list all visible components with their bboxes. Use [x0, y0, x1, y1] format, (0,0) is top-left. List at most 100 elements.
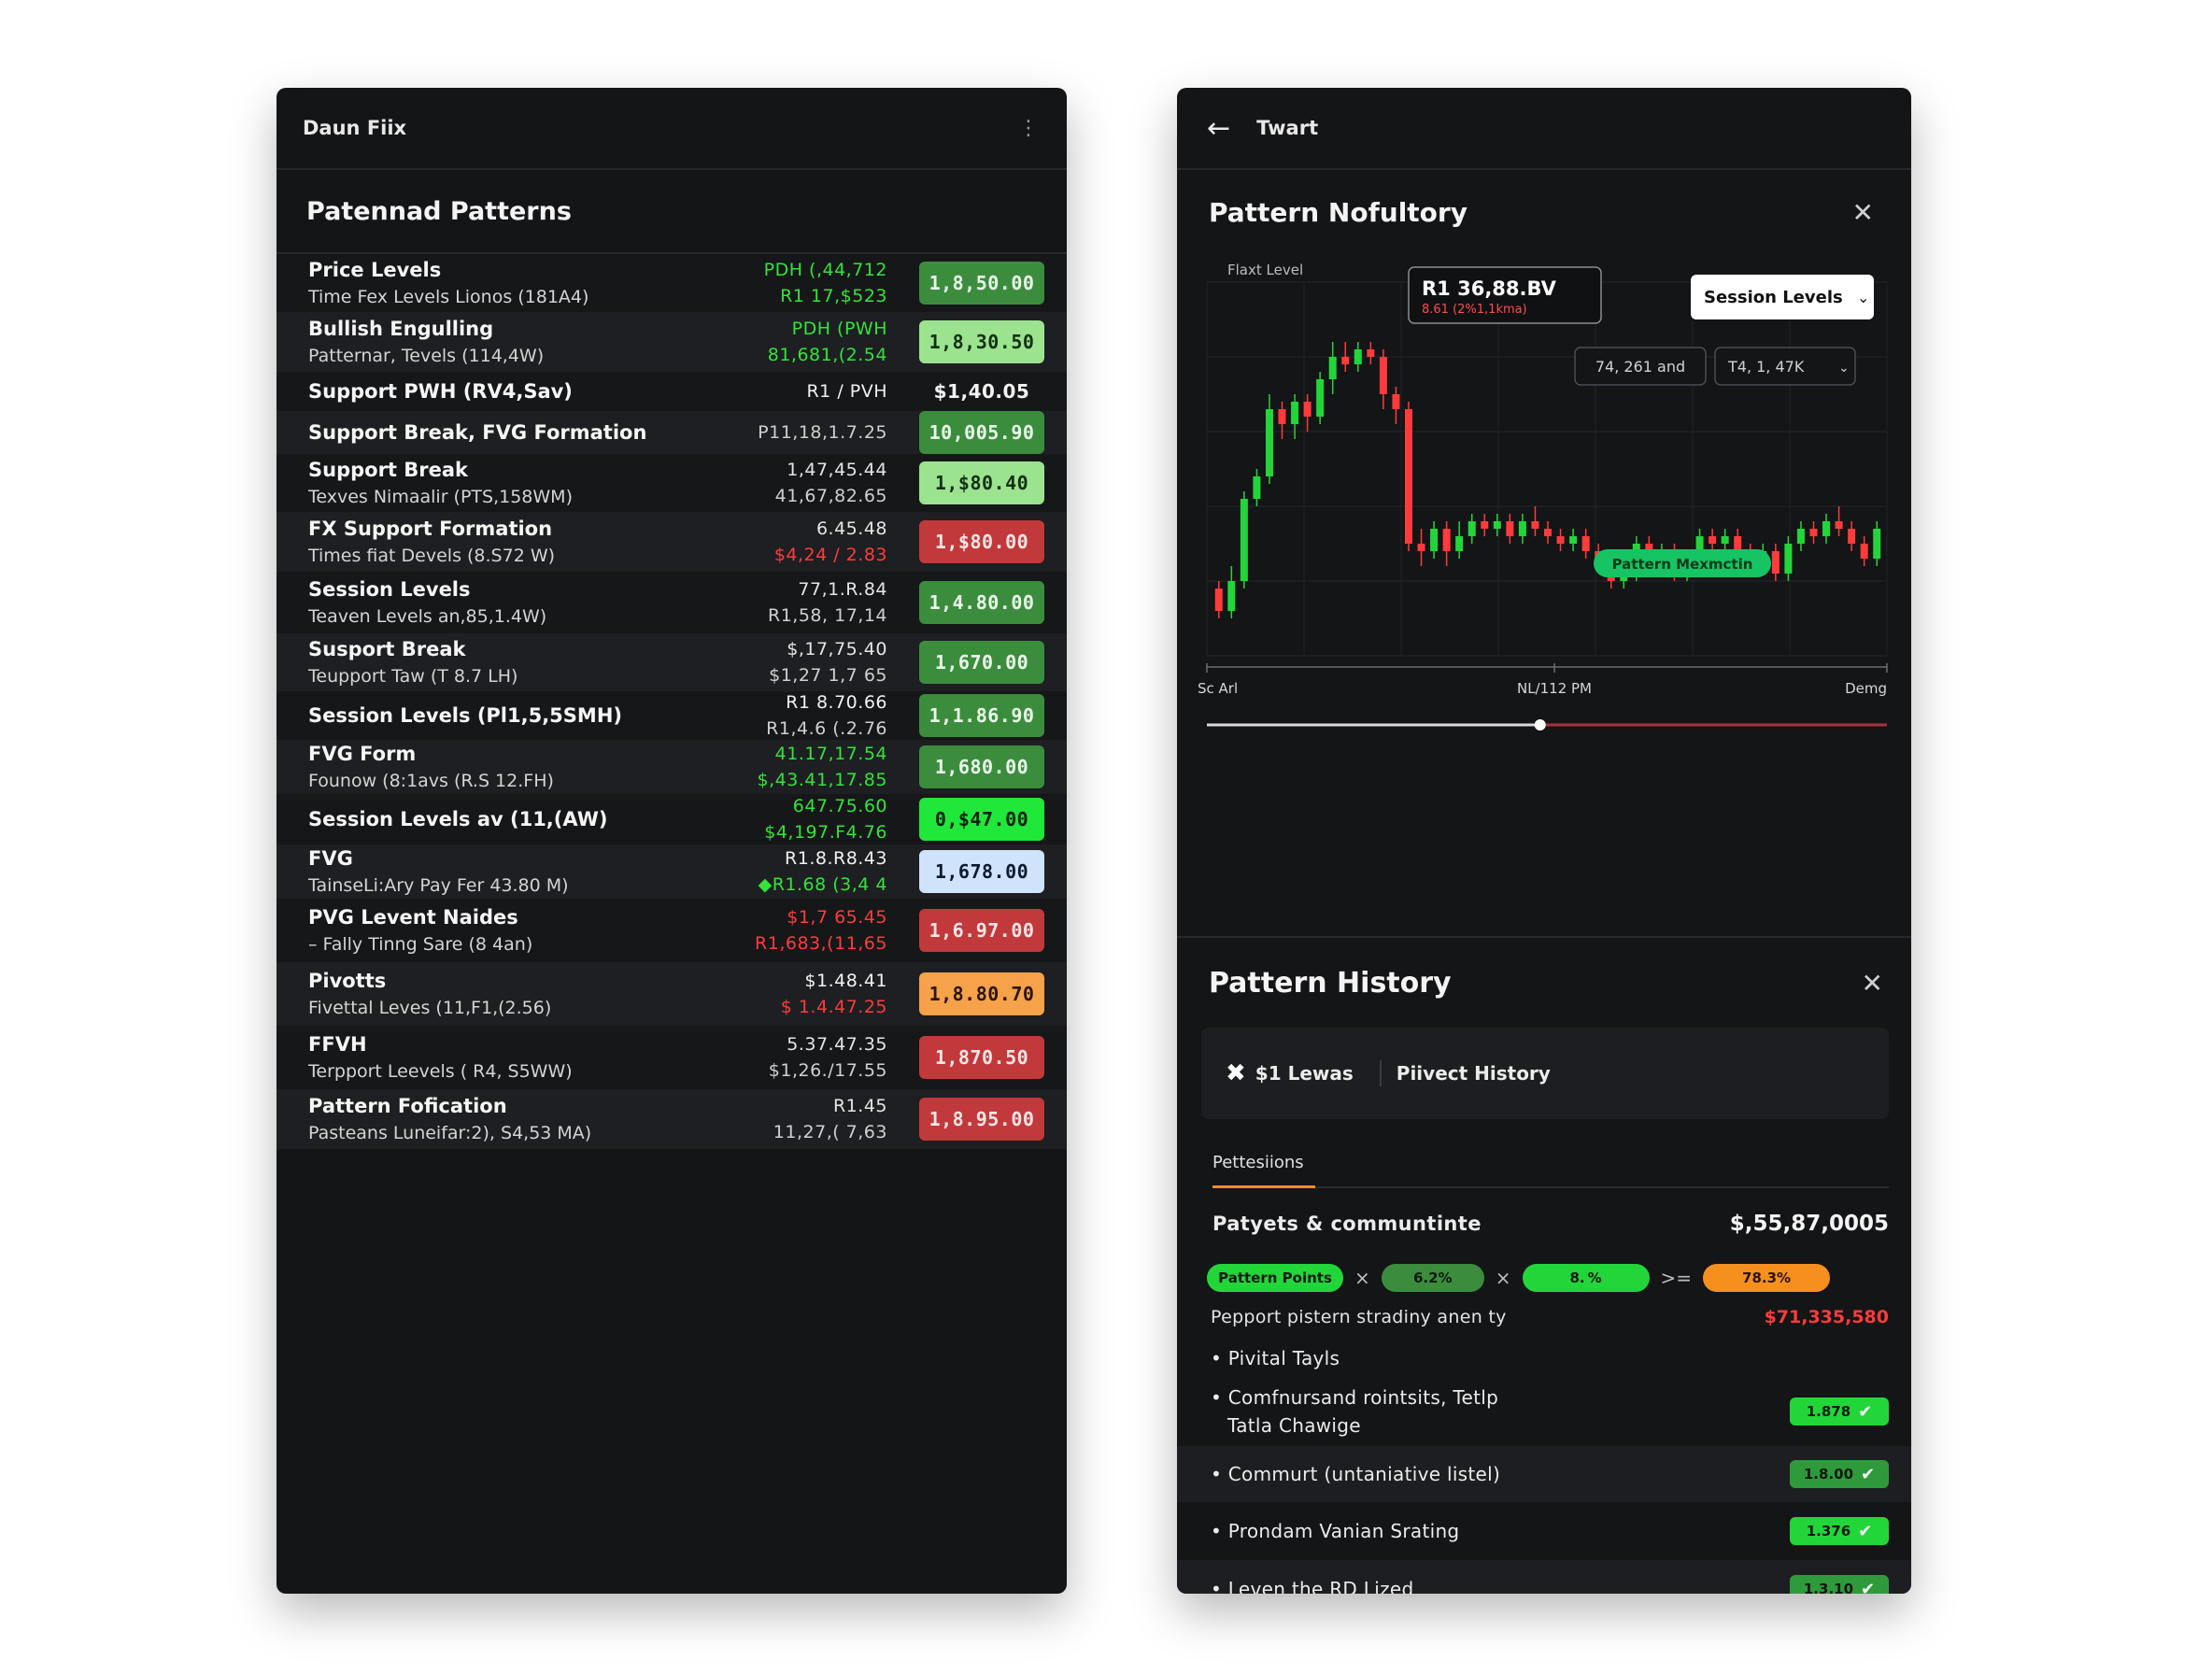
price-badge[interactable]: 1,$80.00	[919, 520, 1044, 563]
candle-body[interactable]	[1227, 581, 1236, 611]
pattern-row[interactable]: Support Break, FVG Formation P11,18,1.7.2…	[276, 411, 1067, 454]
candle-body[interactable]	[1404, 409, 1412, 544]
pattern-row[interactable]: FX Support Formation Times fiat Devels (8…	[276, 512, 1067, 572]
candle-body[interactable]	[1835, 521, 1843, 529]
price-badge[interactable]: 1,$80.40	[919, 461, 1044, 504]
x-mark-icon[interactable]: ✖	[1226, 1059, 1246, 1087]
candle-body[interactable]	[1328, 357, 1337, 379]
history-item[interactable]: • Leven the RD Lized 1.3.10 ✔	[1177, 1560, 1911, 1594]
candle-body[interactable]	[1531, 521, 1539, 529]
pattern-row[interactable]: Session Levels av (11,(AW) 647.75.60 $4,19…	[276, 794, 1067, 844]
operator-symbol: >=	[1660, 1267, 1693, 1289]
metric-chip[interactable]: 78.3%	[1703, 1264, 1831, 1292]
candle-body[interactable]	[1367, 349, 1375, 357]
candle-body[interactable]	[1796, 529, 1805, 544]
candle-body[interactable]	[1860, 544, 1868, 559]
metric-chip[interactable]: 6.2%	[1381, 1264, 1484, 1292]
history-item-label: Leven the RD Lized	[1227, 1578, 1414, 1594]
pattern-values: PDH (PWH 81,681,(2.54	[663, 319, 919, 365]
pattern-row[interactable]: Support PWH (RV4,Sav) R1 / PVH $1,40.05	[276, 372, 1067, 411]
pattern-row[interactable]: Session Levels (Pl1,5,5SMH) R1 8.70.66 R1,…	[276, 691, 1067, 740]
candle-body[interactable]	[1278, 409, 1286, 424]
pattern-row[interactable]: Price Levels Time Fex Levels Lionos (181A…	[276, 254, 1067, 312]
price-badge[interactable]: 1,680.00	[919, 745, 1044, 788]
candle-body[interactable]	[1822, 521, 1831, 536]
pattern-subtitle: Founow (8:1avs (R.S 12.FH)	[308, 771, 554, 791]
candle-body[interactable]	[1240, 499, 1248, 581]
close-icon[interactable]: ✕	[1862, 968, 1883, 999]
pattern-row[interactable]: Session Levels Teaven Levels an,85,1.4W) 7…	[276, 572, 1067, 633]
pattern-row[interactable]: FVG TainseLi:Ary Pay Fer 43.80 M) R1.8.R8.…	[276, 844, 1067, 899]
candle-body[interactable]	[1709, 536, 1717, 544]
pattern-row[interactable]: Bullish Engulling Patternar, Tevels (114,…	[276, 312, 1067, 372]
candle-body[interactable]	[1784, 544, 1793, 574]
candle-body[interactable]	[1430, 529, 1439, 551]
candle-body[interactable]	[1544, 529, 1552, 536]
filter-chip-1[interactable]: $1 Lewas	[1255, 1062, 1354, 1085]
price-badge[interactable]: 1,8.95.00	[919, 1098, 1044, 1141]
candle-body[interactable]	[1873, 529, 1881, 559]
metric-chip[interactable]: 8. %	[1522, 1264, 1650, 1292]
history-item[interactable]: • Pivital Tayls	[1177, 1340, 1911, 1377]
candle-body[interactable]	[1417, 544, 1425, 551]
candle-body[interactable]	[1506, 521, 1514, 536]
pattern-row[interactable]: PVG Levent Naides – Fally Tinng Sare (8 4…	[276, 899, 1067, 962]
candle-body[interactable]	[1455, 536, 1464, 551]
candle-body[interactable]	[1569, 536, 1578, 544]
pattern-name-group: Session Levels (Pl1,5,5SMH)	[308, 704, 663, 727]
candle-body[interactable]	[1214, 589, 1223, 611]
candle-body[interactable]	[1493, 521, 1501, 529]
candle-body[interactable]	[1721, 536, 1729, 544]
candle-body[interactable]	[1442, 529, 1451, 551]
candle-body[interactable]	[1556, 536, 1565, 544]
price-badge[interactable]: 1,8,50.00	[919, 262, 1044, 305]
arrow-left-icon[interactable]: ←	[1207, 112, 1230, 145]
close-icon[interactable]: ✕	[1852, 197, 1874, 228]
price-badge[interactable]: 1,670.00	[919, 641, 1044, 684]
price-badge[interactable]: 1,4.80.00	[919, 581, 1044, 624]
candle-body[interactable]	[1734, 536, 1742, 551]
pattern-row[interactable]: Susport Break Teupport Taw (T 8.7 LH) $,17…	[276, 633, 1067, 691]
candlestick-chart[interactable]: Flaxt Level Sc Arl NL/112 PM Demg Pattern Me…	[1177, 254, 1911, 936]
kebab-icon[interactable]: ⋮	[1018, 117, 1039, 140]
tab-pettesiions[interactable]: Pettesiions	[1212, 1153, 1304, 1172]
price-badge[interactable]: 1,1.86.90	[919, 694, 1044, 737]
price-badge[interactable]: 1,678.00	[919, 850, 1044, 893]
filter-chip-2[interactable]: Piivect History	[1397, 1062, 1551, 1085]
price-badge[interactable]: 1,8,30.50	[919, 320, 1044, 363]
price-badge[interactable]: 0,$47.00	[919, 798, 1044, 841]
candle-body[interactable]	[1253, 476, 1261, 499]
candle-body[interactable]	[1809, 529, 1818, 536]
candle-body[interactable]	[1481, 521, 1489, 529]
pattern-value-secondary: R1,58, 17,14	[768, 605, 887, 626]
metric-chip[interactable]: Pattern Points	[1207, 1264, 1343, 1292]
candle-body[interactable]	[1518, 521, 1526, 536]
pattern-row[interactable]: Pivotts Fivettal Leves (11,F1,(2.56) $1.48…	[276, 962, 1067, 1026]
history-item[interactable]: • Comfnursand rointsits, Tetlp Tatla Chaw…	[1177, 1377, 1911, 1446]
candle-body[interactable]	[1354, 349, 1362, 364]
candle-body[interactable]	[1468, 521, 1476, 536]
pattern-row[interactable]: Pattern Fofication Pasteans Luneifar:2), …	[276, 1089, 1067, 1149]
pattern-row[interactable]: FFVH Terpport Leevels ( R4, S5WW) 5.37.47.…	[276, 1026, 1067, 1089]
pattern-row[interactable]: FVG Form Founow (8:1avs (R.S 12.FH) 41.17,…	[276, 740, 1067, 794]
candle-body[interactable]	[1316, 379, 1325, 417]
candle-body[interactable]	[1291, 402, 1299, 424]
candle-body[interactable]	[1392, 394, 1400, 409]
price-badge[interactable]: 1,6.97.00	[919, 909, 1044, 952]
pattern-row[interactable]: Support Break Texves Nimaalir (PTS,158WM)…	[276, 454, 1067, 512]
candle-body[interactable]	[1848, 529, 1856, 544]
price-badge[interactable]: 1,8.80.70	[919, 972, 1044, 1015]
right-topbar: ← Twart	[1177, 88, 1911, 170]
candle-body[interactable]	[1771, 551, 1780, 574]
candle-body[interactable]	[1341, 357, 1350, 364]
candle-body[interactable]	[1265, 409, 1273, 476]
history-item[interactable]: • Prondam Vanian Srating 1.376 ✔	[1177, 1502, 1911, 1560]
scrubber-handle[interactable]	[1534, 719, 1546, 731]
candle-body[interactable]	[1303, 402, 1312, 417]
price-badge[interactable]: $1,40.05	[919, 370, 1044, 413]
price-badge[interactable]: 10,005.90	[919, 411, 1044, 454]
candle-body[interactable]	[1581, 536, 1590, 551]
candle-body[interactable]	[1379, 357, 1387, 394]
price-badge[interactable]: 1,870.50	[919, 1036, 1044, 1079]
history-item[interactable]: • Commurt (untaniative listel) 1.8.00 ✔	[1177, 1446, 1911, 1502]
